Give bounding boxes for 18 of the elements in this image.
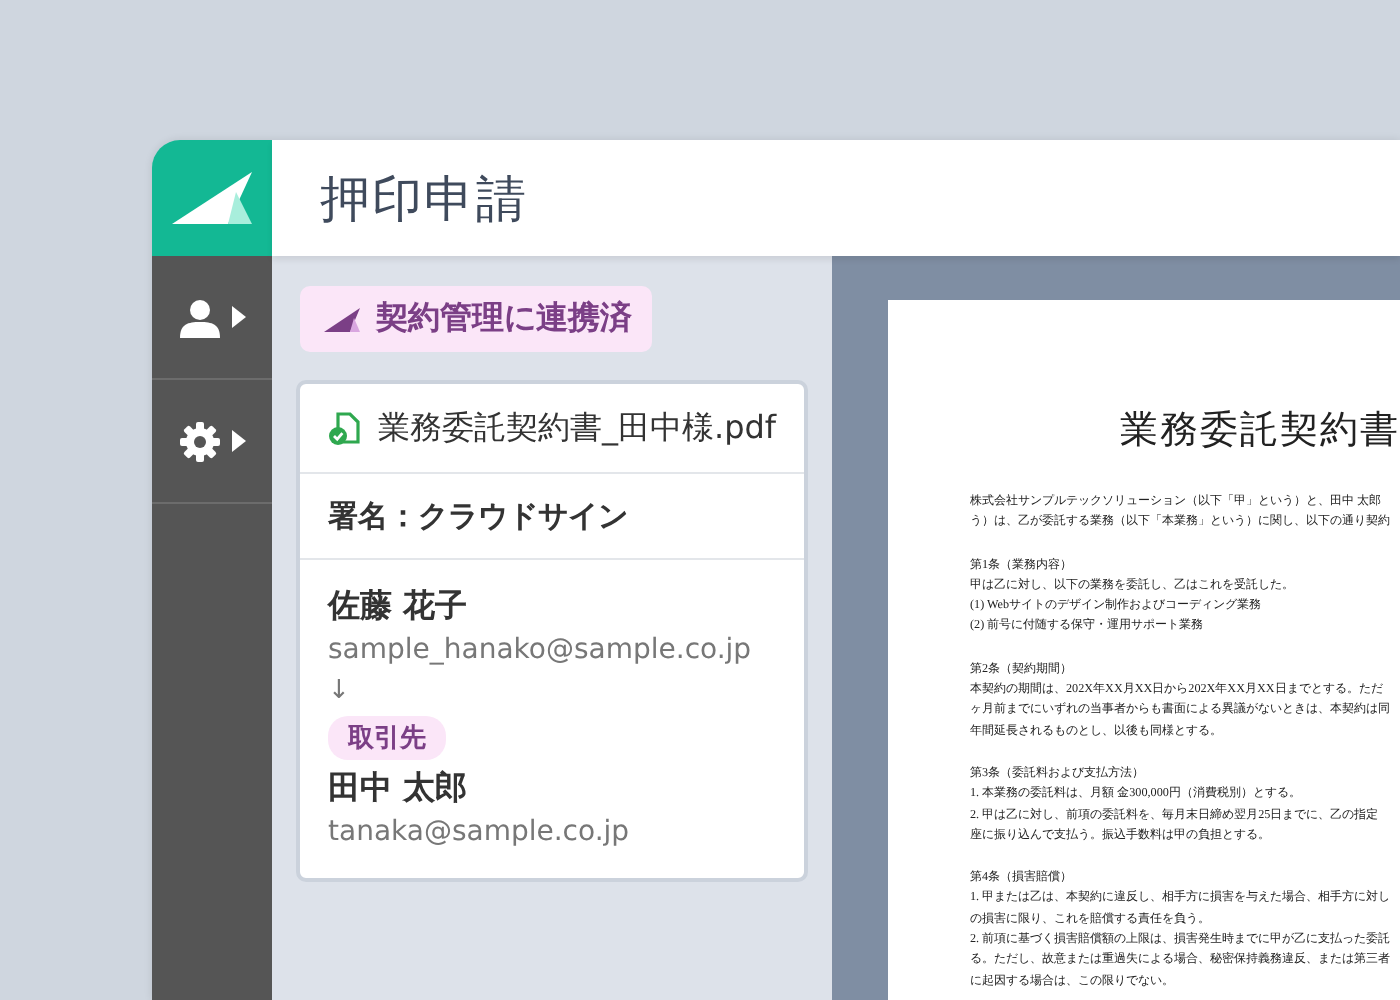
sender-email: sample_hanako@sample.co.jp [328, 632, 752, 670]
down-arrow: ↓ [328, 674, 350, 710]
person-icon [179, 297, 219, 337]
caret-icon [231, 306, 245, 328]
settings-icon [179, 421, 219, 461]
caret-icon [231, 430, 245, 452]
recipient-name: 田中 太郎 [328, 766, 468, 810]
file-check-icon [328, 411, 360, 445]
logo-icon [324, 307, 360, 331]
recipient-tag: 取引先 [328, 716, 446, 760]
file-name: 業務委託契約書_田中様.pdf [378, 407, 777, 449]
recipient-email: tanaka@sample.co.jp [328, 814, 630, 852]
signature-method: 署名：クラウドサイン [328, 497, 628, 535]
logo-icon [172, 172, 252, 224]
integration-status-badge: 契約管理に連携済 [300, 286, 652, 352]
sender-name: 佐藤 花子 [328, 584, 468, 628]
page-title: 押印申請 [320, 167, 528, 231]
document-title: 業務委託契約書 [1120, 408, 1400, 456]
